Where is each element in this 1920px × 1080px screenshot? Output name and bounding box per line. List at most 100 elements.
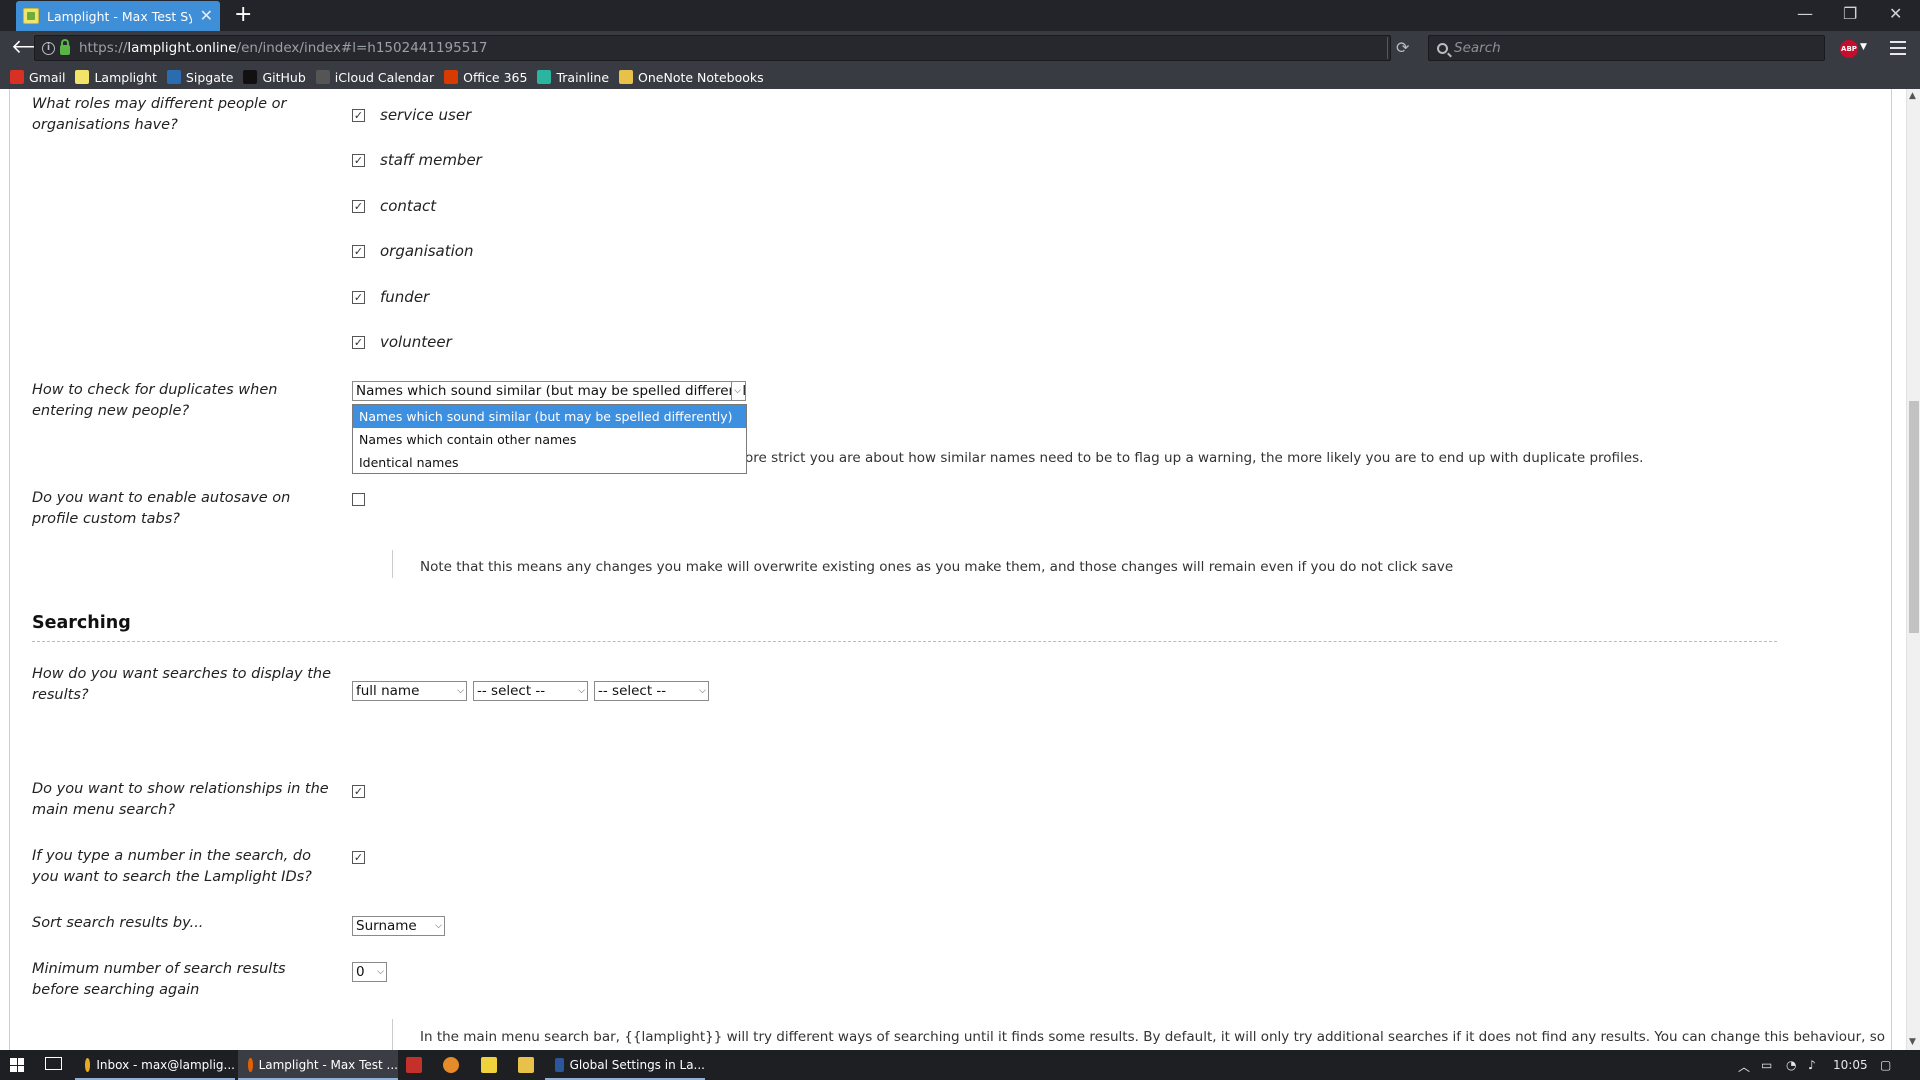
bookmark-item[interactable]: Trainline	[537, 70, 609, 85]
scrollbar-thumb[interactable]	[1909, 401, 1919, 633]
browser-search-input[interactable]: Search	[1428, 35, 1825, 61]
clock[interactable]: 10:05	[1833, 1058, 1868, 1072]
bookmark-label: OneNote Notebooks	[638, 69, 764, 85]
task-view-icon[interactable]	[45, 1057, 62, 1070]
menu-icon[interactable]	[1890, 41, 1906, 55]
bookmark-item[interactable]: GitHub	[243, 69, 306, 85]
taskbar-label: Lamplight - Max Test ...	[258, 1058, 398, 1072]
duplicates-select[interactable]: Names which sound similar (but may be sp…	[352, 381, 746, 401]
checkbox-lamplight-ids[interactable]: ✓	[352, 851, 365, 864]
taskbar-item-word[interactable]: Global Settings in La...	[545, 1050, 705, 1080]
roles-label: What roles may different people or organ…	[32, 96, 287, 133]
gmail-icon	[10, 70, 24, 84]
role-label: funder	[380, 288, 430, 306]
taskbar-item-inbox[interactable]: Inbox - max@lamplig...	[75, 1050, 235, 1080]
lamplight-icon	[75, 70, 90, 84]
sort-by-select[interactable]: Surname ⌵	[352, 916, 445, 936]
checkbox-relationships[interactable]: ✓	[352, 785, 365, 798]
min-results-select[interactable]: 0 ⌵	[352, 962, 387, 982]
bookmark-label: Lamplight	[94, 69, 157, 85]
volume-icon[interactable]: ♪	[1808, 1058, 1816, 1072]
settings-page: What roles may different people or organ…	[0, 89, 1906, 1050]
adblock-plus-icon[interactable]: ABP	[1840, 40, 1858, 58]
bookmark-label: Sipgate	[185, 69, 234, 85]
bookmark-item[interactable]: iCloud Calendar	[315, 70, 434, 85]
role-label: volunteer	[380, 333, 452, 351]
checkbox-autosave[interactable]	[352, 493, 365, 506]
checkbox-staff-member[interactable]: ✓	[352, 154, 365, 167]
bookmark-item[interactable]: Gmail	[10, 70, 65, 85]
dropdown-option[interactable]: Identical names	[353, 451, 746, 474]
bookmark-label: Office 365	[463, 69, 528, 85]
bookmark-label: Trainline	[556, 69, 610, 85]
select-value: -- select --	[598, 683, 667, 699]
url-text[interactable]: https://lamplight.online/en/index/index#…	[79, 40, 488, 56]
close-tab-icon[interactable]: ✕	[200, 8, 213, 24]
windows-start-icon[interactable]	[10, 1058, 24, 1072]
role-label: organisation	[380, 242, 474, 260]
github-icon	[243, 70, 258, 84]
note-divider	[392, 550, 393, 578]
lock-icon	[60, 39, 70, 55]
relationships-label: Do you want to show relationships in the…	[32, 781, 329, 818]
search-display-select-1[interactable]: full name ⌵	[352, 681, 467, 701]
battery-icon[interactable]: ▭	[1761, 1058, 1772, 1072]
bookmark-item[interactable]: Office 365	[444, 70, 527, 85]
search-behaviour-note: In the main menu search bar, {{lamplight…	[420, 1029, 1886, 1045]
bookmark-label: GitHub	[262, 69, 306, 85]
browser-tab-active[interactable]: Lamplight - Max Test System ✕	[16, 1, 220, 31]
taskbar-label: Global Settings in La...	[569, 1058, 705, 1072]
search-display-label: How do you want searches to display the …	[32, 666, 332, 703]
bookmarks-toolbar: Gmail Lamplight Sipgate GitHub iCloud Calend…	[0, 65, 1920, 89]
dropdown-option[interactable]: Names which sound similar (but may be sp…	[353, 405, 746, 428]
bookmark-item[interactable]: Lamplight	[75, 69, 157, 85]
browser-search-placeholder: Search	[1454, 40, 1501, 56]
select-value: full name	[356, 683, 420, 699]
new-tab-icon[interactable]: +	[234, 3, 252, 27]
chevron-down-icon: ⌵	[377, 967, 384, 977]
chevron-down-icon: ⌵	[578, 686, 585, 696]
vertical-scrollbar[interactable]: ▲ ▼	[1906, 89, 1920, 1050]
folder-icon	[619, 70, 634, 84]
role-label: staff member	[380, 151, 482, 169]
info-icon[interactable]: i	[42, 41, 55, 55]
lamplight-favicon-icon	[23, 8, 39, 24]
chevron-down-icon: ⌵	[457, 686, 464, 696]
address-bar[interactable]: i https://lamplight.online/en/index/inde…	[34, 35, 1391, 61]
folder-icon[interactable]	[518, 1057, 534, 1073]
office-icon	[444, 70, 459, 84]
chevron-down-icon: ⌵	[699, 686, 706, 696]
close-window-icon[interactable]: ✕	[1889, 3, 1902, 25]
content-border-left	[9, 89, 10, 1050]
search-display-select-3[interactable]: -- select -- ⌵	[594, 681, 709, 701]
tab-title: Lamplight - Max Test System	[47, 8, 192, 24]
scroll-down-icon[interactable]: ▼	[1909, 1037, 1916, 1047]
chevron-up-icon[interactable]: ︿	[1738, 1058, 1750, 1075]
notifications-icon[interactable]: ▢	[1880, 1058, 1891, 1072]
dropdown-option[interactable]: Names which contain other names	[353, 428, 746, 451]
checkbox-funder[interactable]: ✓	[352, 291, 365, 304]
app-icon[interactable]	[443, 1057, 459, 1073]
bookmark-item[interactable]: Sipgate	[166, 69, 234, 85]
wifi-icon[interactable]: ◔	[1786, 1058, 1796, 1072]
chevron-down-icon[interactable]: ▼	[1860, 42, 1867, 52]
autosave-note: Note that this means any changes you mak…	[420, 559, 1454, 575]
app-icon[interactable]	[406, 1057, 422, 1073]
reload-icon[interactable]: ⟳	[1396, 38, 1409, 57]
content-border-right	[1891, 89, 1892, 1050]
checkbox-volunteer[interactable]: ✓	[352, 336, 365, 349]
bookmark-item[interactable]: OneNote Notebooks	[619, 70, 764, 85]
checkbox-organisation[interactable]: ✓	[352, 245, 365, 258]
minimize-icon[interactable]: —	[1797, 3, 1813, 25]
select-value: 0	[356, 964, 365, 980]
search-display-select-2[interactable]: -- select -- ⌵	[473, 681, 588, 701]
firefox-icon	[248, 1058, 253, 1072]
windows-taskbar: Inbox - max@lamplig... Lamplight - Max T…	[0, 1050, 1920, 1080]
chrome-icon	[85, 1058, 91, 1072]
restore-icon[interactable]: ❐	[1843, 3, 1857, 25]
scroll-up-icon[interactable]: ▲	[1909, 91, 1916, 101]
checkbox-service-user[interactable]: ✓	[352, 109, 365, 122]
taskbar-item-lamplight[interactable]: Lamplight - Max Test ...	[238, 1050, 398, 1080]
checkbox-contact[interactable]: ✓	[352, 200, 365, 213]
sticky-notes-icon[interactable]	[481, 1057, 497, 1073]
